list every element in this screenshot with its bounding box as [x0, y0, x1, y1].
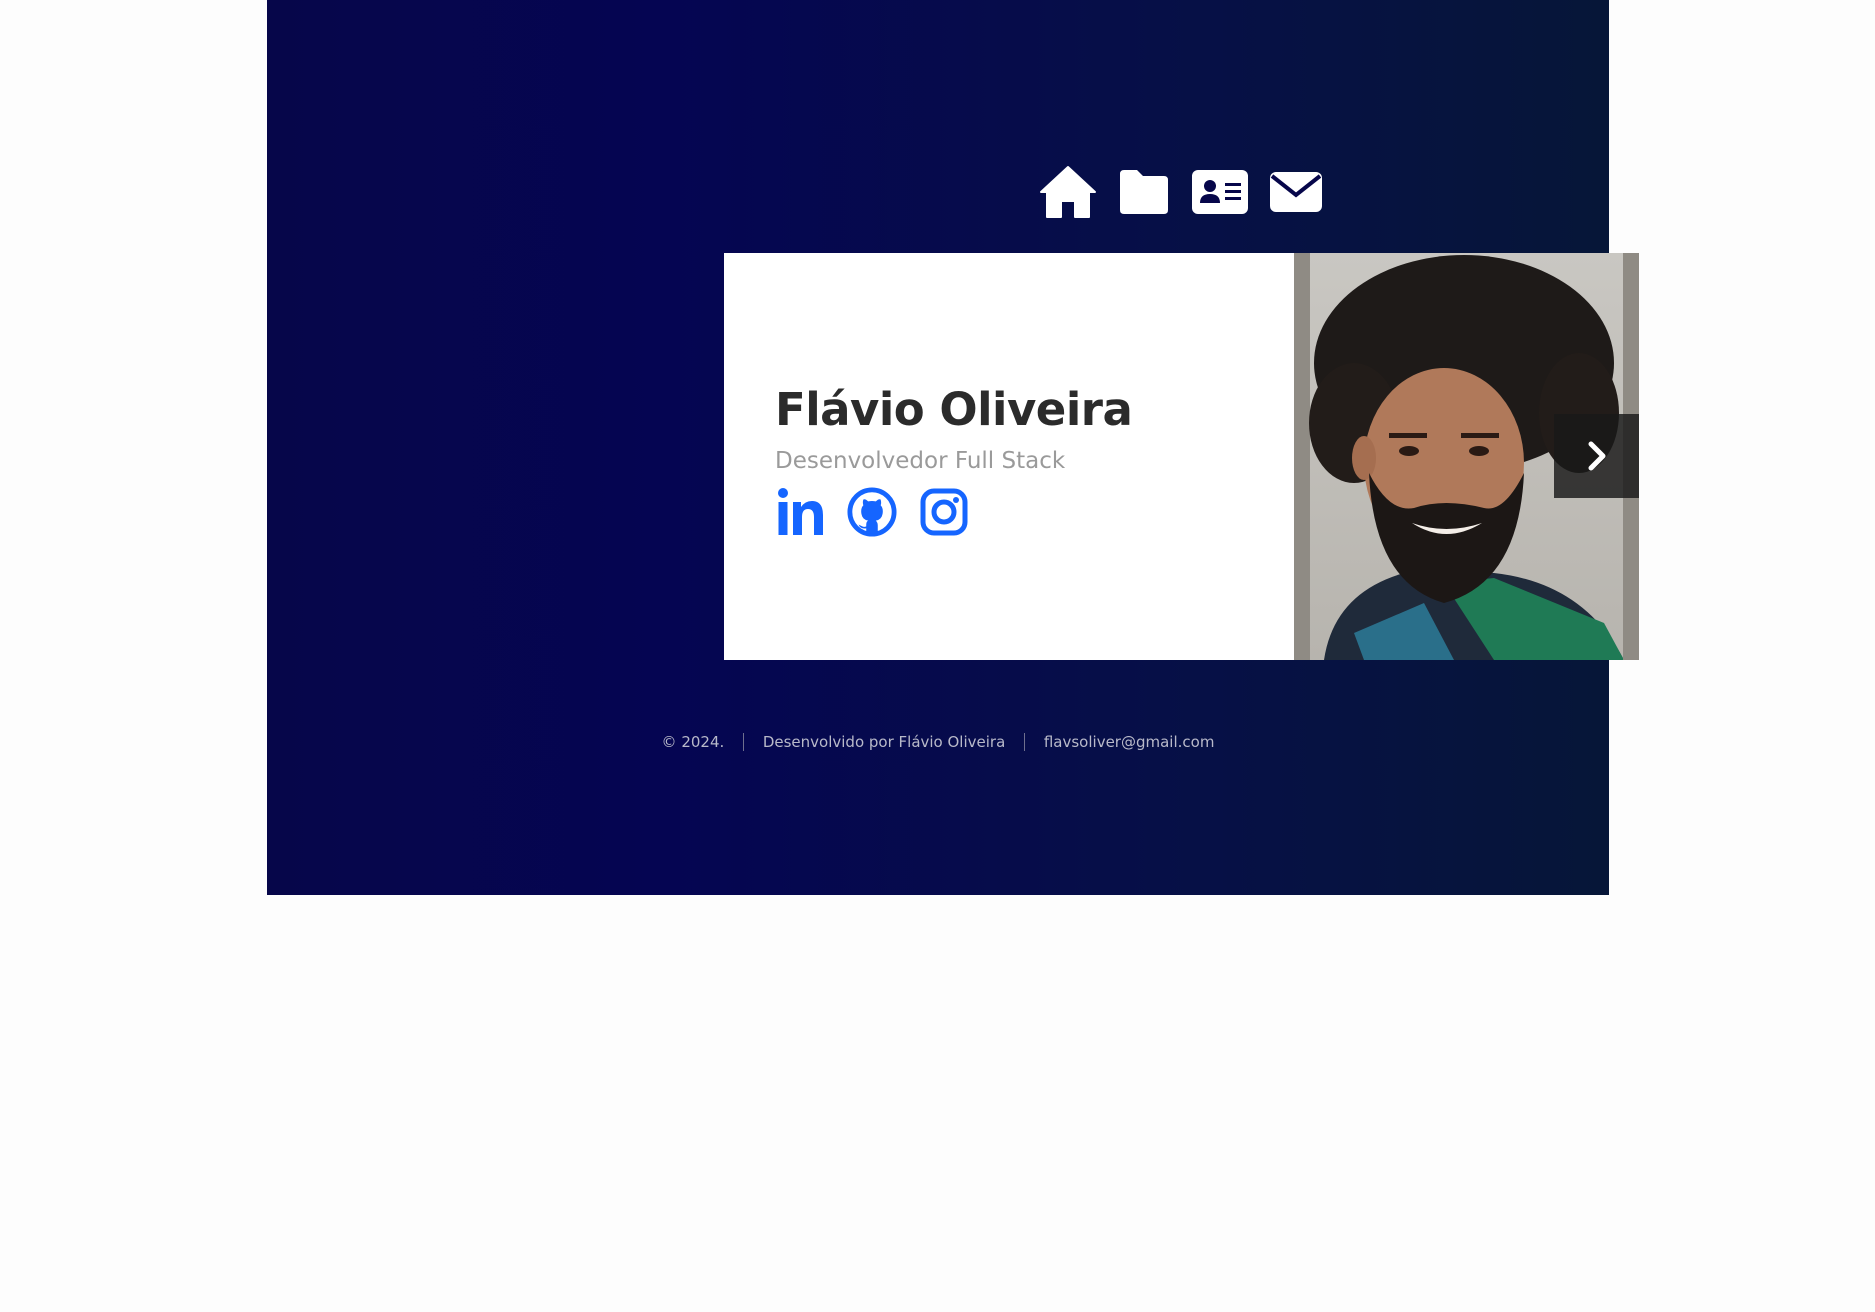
profile-card: Flávio Oliveira Desenvolvedor Full Stack: [724, 253, 1639, 660]
github-icon: [847, 487, 897, 537]
nav-contact-button[interactable]: [1267, 164, 1325, 220]
carousel-next-button[interactable]: [1554, 414, 1639, 498]
home-icon: [1040, 166, 1096, 218]
linkedin-link[interactable]: [775, 486, 825, 538]
profile-info: Flávio Oliveira Desenvolvedor Full Stack: [775, 380, 1133, 538]
social-links: [775, 486, 1132, 538]
profile-photo: [1294, 253, 1639, 660]
github-link[interactable]: [847, 486, 897, 538]
chevron-right-icon: [1588, 441, 1605, 471]
footer-copyright: © 2024.: [661, 732, 725, 751]
folder-icon: [1120, 170, 1168, 214]
profile-name: Flávio Oliveira: [775, 383, 1133, 436]
nav-projects-button[interactable]: [1115, 164, 1173, 220]
linkedin-icon: [778, 488, 823, 535]
instagram-icon: [920, 488, 968, 536]
footer-divider: [1024, 732, 1026, 751]
envelope-icon: [1270, 172, 1322, 212]
instagram-link[interactable]: [919, 486, 969, 538]
footer-email-link[interactable]: flavsoliver@gmail.com: [1044, 733, 1215, 751]
id-card-icon: [1192, 170, 1248, 214]
top-nav: [1039, 164, 1325, 220]
footer: © 2024. Desenvolvido por Flávio Oliveira…: [267, 732, 1609, 751]
hero-section: Flávio Oliveira Desenvolvedor Full Stack: [267, 0, 1639, 895]
nav-about-button[interactable]: [1191, 164, 1249, 220]
footer-credit: Desenvolvido por Flávio Oliveira: [762, 732, 1006, 751]
nav-home-button[interactable]: [1039, 164, 1097, 220]
footer-divider: [743, 732, 745, 751]
profile-role: Desenvolvedor Full Stack: [775, 448, 1066, 474]
